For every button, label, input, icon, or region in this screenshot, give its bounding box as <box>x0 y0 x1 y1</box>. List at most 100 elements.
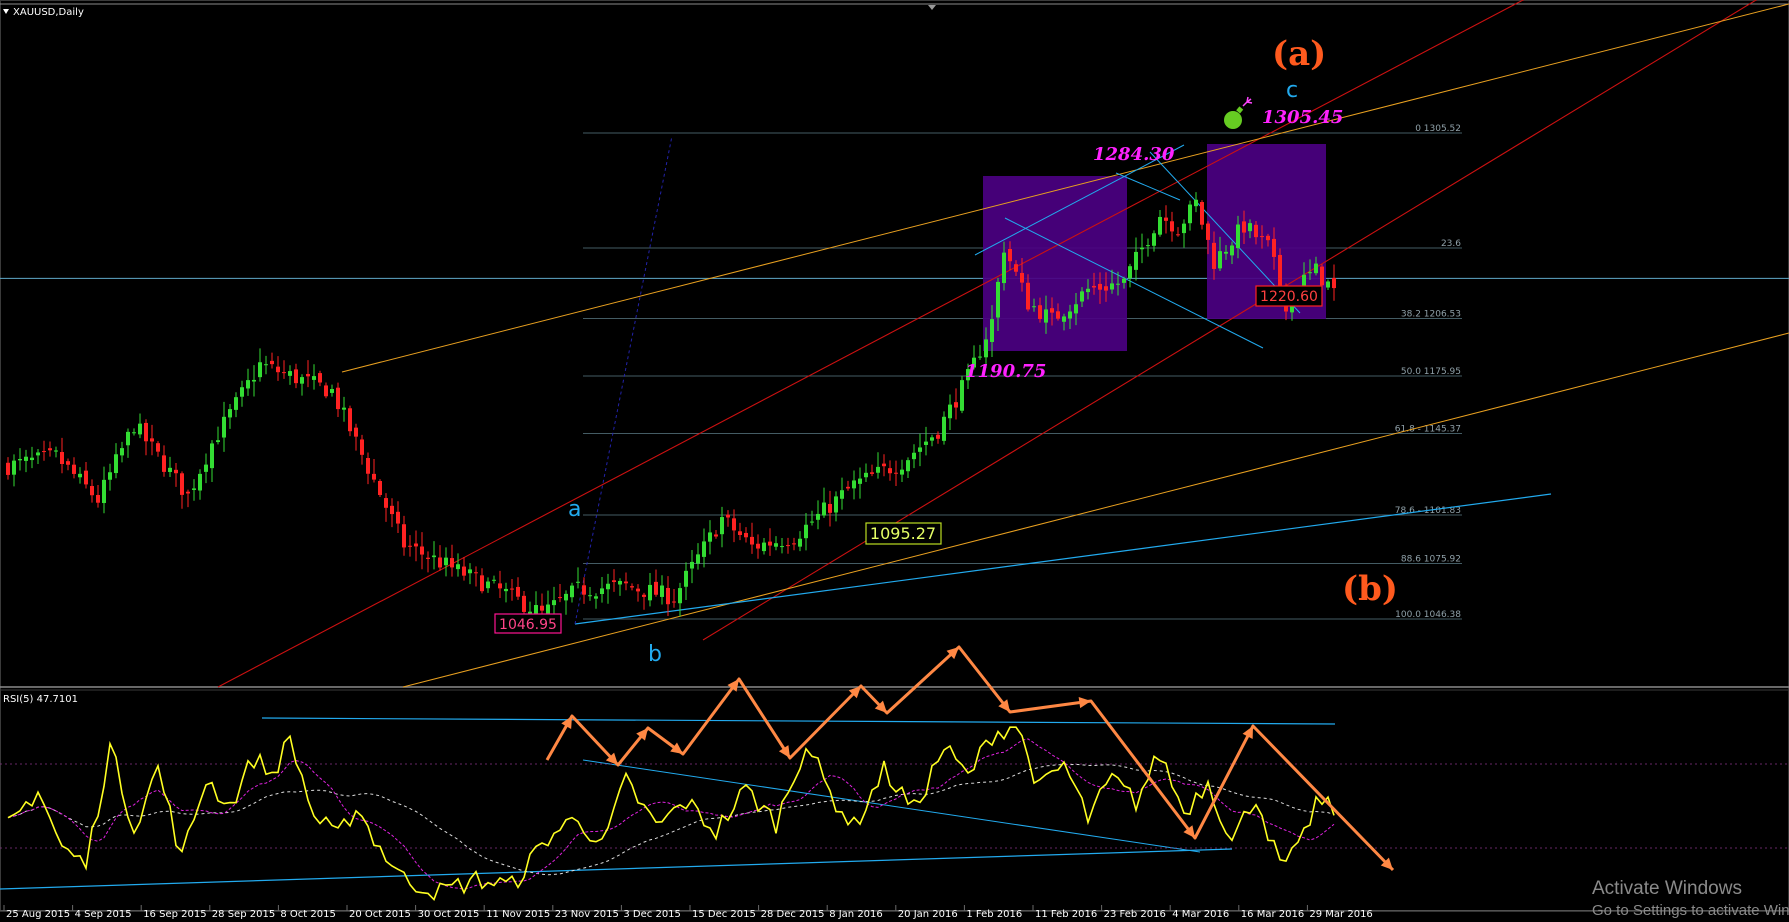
candle-body <box>852 480 856 489</box>
candle-body <box>1116 283 1120 285</box>
wave-label-big-a: (a) <box>1272 34 1326 74</box>
candle-body <box>990 319 994 342</box>
candle-body <box>1044 309 1048 323</box>
date-tick-label: 16 Sep 2015 <box>143 909 206 920</box>
date-tick-label: 1 Feb 2016 <box>966 909 1022 920</box>
activate-windows-subtitle: Go to Settings to activate Win <box>1592 902 1789 919</box>
candle-body <box>570 585 574 598</box>
candle-body <box>792 543 796 545</box>
candle-body <box>576 581 580 583</box>
candle-body <box>912 452 916 460</box>
candle-body <box>54 450 58 452</box>
candle-body <box>1122 278 1126 283</box>
candle-body <box>48 448 52 451</box>
candle-body <box>1032 306 1036 308</box>
candle-body <box>768 541 772 546</box>
candle-body <box>864 472 868 478</box>
candle-body <box>1008 248 1012 262</box>
date-tick-label: 16 Mar 2016 <box>1241 909 1304 920</box>
candle-body <box>564 593 568 601</box>
candle-body <box>1206 223 1210 240</box>
candle-body <box>180 473 184 495</box>
candle-body <box>312 376 316 380</box>
candle-body <box>204 464 208 472</box>
candle-body <box>822 502 826 516</box>
candle-body <box>246 380 250 389</box>
candle-body <box>816 513 820 520</box>
candle-body <box>630 586 634 588</box>
candle-body <box>510 588 514 590</box>
candle-body <box>228 409 232 418</box>
candle-body <box>486 581 490 589</box>
low-price-label: 1046.95 <box>499 617 557 633</box>
candle-body <box>876 466 880 473</box>
candle-body <box>300 377 304 384</box>
date-tick-label: 4 Sep 2015 <box>75 909 132 920</box>
candle-body <box>582 585 586 595</box>
candle-body <box>294 369 298 384</box>
candle-body <box>480 575 484 592</box>
candle-body <box>390 505 394 515</box>
candle-body <box>1014 264 1018 272</box>
candle-body <box>1194 199 1198 207</box>
candle-body <box>234 397 238 410</box>
candle-body <box>120 448 124 456</box>
candle-body <box>1158 216 1162 235</box>
candle-body <box>396 511 400 524</box>
date-tick-label: 28 Sep 2015 <box>212 909 275 920</box>
date-tick-label: 8 Oct 2015 <box>280 909 335 920</box>
candle-body <box>1128 266 1132 279</box>
candle-body <box>840 490 844 499</box>
wave-label-big-b: (b) <box>1342 569 1398 609</box>
candle-body <box>738 531 742 536</box>
candle-body <box>1062 316 1066 322</box>
candle-body <box>516 586 520 597</box>
fib-level-label: 23.6 <box>1441 239 1461 249</box>
candle-body <box>6 462 10 475</box>
candle-body <box>1224 251 1228 254</box>
candle-body <box>126 431 130 446</box>
candle-body <box>1104 286 1108 291</box>
candle-body <box>846 486 850 489</box>
candle-body <box>1182 223 1186 234</box>
candle-body <box>444 557 448 566</box>
date-tick-label: 30 Oct 2015 <box>418 909 480 920</box>
candle-body <box>276 366 280 373</box>
candle-body <box>192 488 196 490</box>
candle-body <box>894 472 898 474</box>
candle-body <box>756 543 760 549</box>
chart-background <box>0 0 1789 922</box>
date-tick-label: 11 Nov 2015 <box>486 909 550 920</box>
candle-body <box>354 427 358 437</box>
candle-body <box>504 588 508 592</box>
candle-body <box>1074 304 1078 314</box>
candle-body <box>858 478 862 484</box>
candle-body <box>648 584 652 601</box>
candle-body <box>594 596 598 599</box>
candle-body <box>402 524 406 548</box>
trading-chart[interactable]: 0 1305.52 23.6 38.2 1206.53 50.0 1175.95 61.… <box>0 0 1789 922</box>
candle-body <box>258 362 262 378</box>
candle-body <box>930 437 934 441</box>
candle-body <box>114 454 118 474</box>
candle-body <box>162 455 166 472</box>
date-tick-label: 28 Dec 2015 <box>761 909 825 920</box>
fib-level-label: 0 1305.52 <box>1415 124 1461 134</box>
candle-body <box>1146 245 1150 247</box>
candle-body <box>1308 272 1312 274</box>
candle-body <box>942 416 946 441</box>
swing-low-value-label: 1190.75 <box>965 361 1046 382</box>
candle-body <box>1140 247 1144 250</box>
date-tick-label: 11 Feb 2016 <box>1035 909 1097 920</box>
candle-body <box>240 387 244 397</box>
candle-body <box>522 595 526 612</box>
candle-body <box>882 463 886 467</box>
candle-body <box>84 470 88 485</box>
candle-body <box>12 460 16 475</box>
candle-body <box>1248 223 1252 232</box>
candle-body <box>264 364 268 366</box>
candle-body <box>1164 217 1168 221</box>
candle-body <box>408 545 412 547</box>
candle-body <box>1320 266 1324 286</box>
candle-body <box>1272 238 1276 257</box>
